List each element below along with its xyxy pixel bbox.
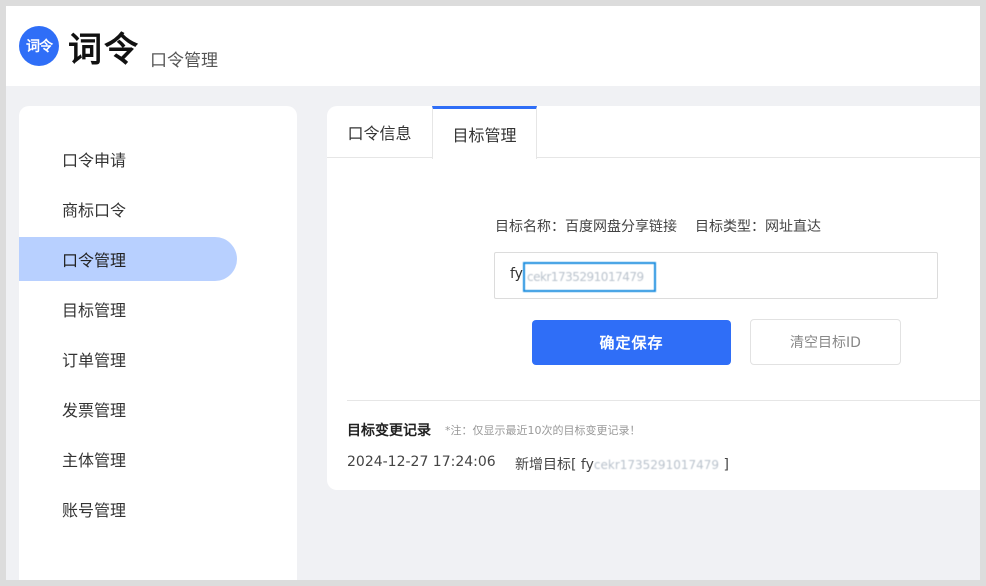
sidebar-item-entities[interactable]: 主体管理 [19,437,237,481]
log-entry-action-value: cekr1735291017479 [593,458,720,472]
target-type: 网址直达 [765,219,821,235]
target-info: 目标名称：百度网盘分享链接 目标类型：网址直达 [495,216,821,236]
sidebar-item-invoices[interactable]: 发票管理 [19,387,237,431]
clear-target-id-button[interactable]: 清空目标ID [750,319,901,365]
change-log-title: 目标变更记录 [347,423,431,439]
change-log-note: *注：仅显示最近10次的目标变更记录！ [445,424,641,437]
brand-title: 词令 [68,30,140,70]
page-subtitle: 口令管理 [150,51,218,71]
target-id-prefix: fy [510,266,523,282]
target-id-value[interactable]: cekr1735291017479 [523,262,656,292]
sidebar-item-target-manage[interactable]: 目标管理 [19,287,237,331]
log-entry-action-suffix: ] [719,457,729,473]
tab-target-manage[interactable]: 目标管理 [432,106,537,159]
target-type-label: 目标类型： [695,219,765,235]
app-frame: 词令 词令 口令管理 口令申请 商标口令 口令管理 目标管理 订单管理 发票管理… [0,0,986,586]
section-divider [347,400,980,401]
tab-bar: 口令信息 目标管理 [327,106,980,159]
sidebar: 口令申请 商标口令 口令管理 目标管理 订单管理 发票管理 主体管理 账号管理 [19,106,297,580]
target-name: 百度网盘分享链接 [565,219,677,235]
sidebar-item-apply[interactable]: 口令申请 [19,137,237,181]
sidebar-item-accounts[interactable]: 账号管理 [19,487,237,531]
target-name-label: 目标名称： [495,219,565,235]
logo-icon: 词令 [19,26,59,66]
sidebar-item-trademark[interactable]: 商标口令 [19,187,237,231]
log-entry-action: 新增目标[ fycekr1735291017479 ] [515,454,729,474]
log-entry-action-prefix: 新增目标[ fy [515,457,594,473]
log-entry-time: 2024-12-27 17:24:06 [347,454,496,470]
target-id-input[interactable]: fy cekr1735291017479 [494,252,938,299]
header: 词令 词令 口令管理 [6,6,980,86]
sidebar-item-command-manage[interactable]: 口令管理 [19,237,237,281]
save-button[interactable]: 确定保存 [532,320,731,365]
main-panel: 口令信息 目标管理 目标名称：百度网盘分享链接 目标类型：网址直达 fy cekr… [327,106,980,490]
tab-command-info[interactable]: 口令信息 [327,106,432,158]
sidebar-item-orders[interactable]: 订单管理 [19,337,237,381]
